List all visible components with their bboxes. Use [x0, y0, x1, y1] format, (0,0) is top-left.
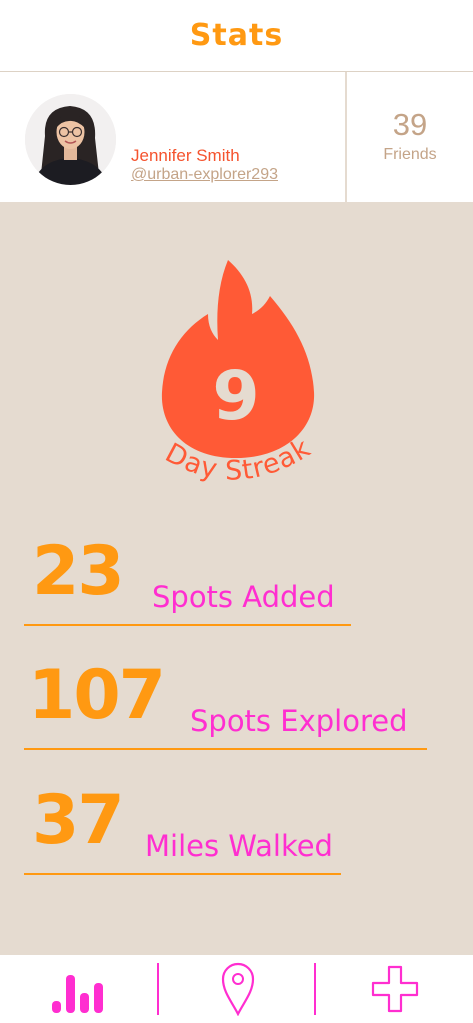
tab-map[interactable]	[159, 955, 316, 1023]
tab-bar	[0, 955, 473, 1023]
stat-label: Miles Walked	[145, 829, 333, 863]
header: Stats	[0, 0, 473, 72]
friends-counter[interactable]: 39 Friends	[347, 72, 473, 202]
bar-chart-icon	[51, 975, 103, 1013]
friends-label: Friends	[383, 146, 437, 163]
stat-value: 37	[32, 781, 125, 860]
profile-card: Jennifer Smith @urban-explorer293 39 Fri…	[0, 72, 473, 202]
stat-label: Spots Added	[152, 580, 335, 614]
profile-name: Jennifer Smith	[131, 146, 240, 165]
profile-handle-link[interactable]: @urban-explorer293	[131, 166, 278, 184]
stat-miles-walked: 37 Miles Walked	[0, 785, 473, 875]
stat-value: 107	[28, 656, 166, 735]
tab-add[interactable]	[316, 955, 473, 1023]
page-title: Stats	[189, 18, 284, 53]
stat-underline	[24, 624, 351, 626]
avatar[interactable]	[25, 94, 116, 185]
plus-icon	[371, 965, 418, 1013]
map-pin-icon	[221, 962, 254, 1016]
stat-value: 23	[32, 532, 125, 611]
stat-underline	[24, 873, 341, 875]
friends-count: 39	[392, 107, 428, 142]
stat-spots-explored: 107 Spots Explored	[0, 660, 473, 750]
tab-stats[interactable]	[0, 955, 157, 1023]
streak-days: 9	[212, 357, 260, 436]
stat-spots-added: 23 Spots Added	[0, 536, 473, 626]
streak-badge: Day Streak 9	[136, 252, 336, 502]
stat-label: Spots Explored	[190, 704, 408, 738]
stat-underline	[24, 748, 427, 750]
